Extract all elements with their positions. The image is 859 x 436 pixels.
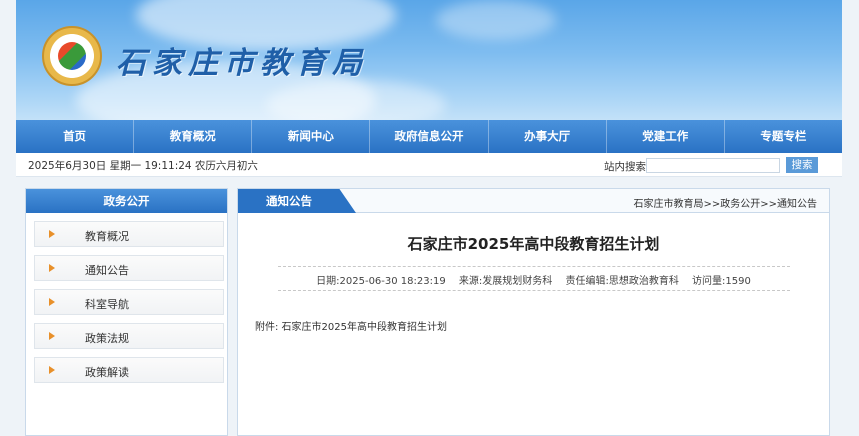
article-meta: 日期:2025-06-30 18:23:19 来源:发展规划财务科 责任编辑:思…: [238, 272, 829, 287]
nav-item-home[interactable]: 首页: [16, 120, 135, 153]
nav-item-gov-info[interactable]: 政府信息公开: [370, 120, 489, 153]
sidebar-item-label: 通知公告: [85, 264, 129, 277]
arrow-right-icon: [49, 332, 55, 340]
nav-item-services[interactable]: 办事大厅: [489, 120, 607, 153]
cloud-decoration: [266, 80, 446, 120]
nav-item-party[interactable]: 党建工作: [607, 120, 725, 153]
nav-item-overview[interactable]: 教育概况: [134, 120, 253, 153]
sidebar: 政务公开 教育概况 通知公告 科室导航 政策法规 政策解读: [25, 188, 228, 436]
arrow-right-icon: [49, 264, 55, 272]
sidebar-item-label: 政策法规: [85, 332, 129, 345]
main-panel-header: 通知公告 石家庄市教育局>>政务公开>>通知公告: [238, 189, 829, 213]
arrow-right-icon: [49, 230, 55, 238]
nav-item-topics[interactable]: 专题专栏: [725, 120, 842, 153]
search-input[interactable]: [646, 158, 780, 173]
sidebar-item-notices[interactable]: 通知公告: [34, 255, 224, 281]
logo-emblem-icon: [58, 42, 86, 70]
sidebar-item-label: 科室导航: [85, 298, 129, 311]
article-date: 日期:2025-06-30 18:23:19: [316, 276, 446, 287]
sidebar-item-label: 教育概况: [85, 230, 129, 243]
cloud-decoration: [436, 0, 556, 40]
sidebar-list: 教育概况 通知公告 科室导航 政策法规 政策解读: [26, 213, 227, 383]
tab-notices[interactable]: 通知公告: [238, 189, 356, 213]
arrow-right-icon: [49, 366, 55, 374]
article-source: 来源:发展规划财务科: [458, 276, 553, 287]
article-editor: 责任编辑:思想政治教育科: [565, 276, 679, 287]
attachment-link[interactable]: 附件: 石家庄市2025年高中段教育招生计划: [255, 318, 447, 333]
breadcrumb[interactable]: 石家庄市教育局>>政务公开>>通知公告: [633, 195, 817, 210]
arrow-right-icon: [49, 298, 55, 306]
divider: [278, 266, 790, 267]
site-title: 石家庄市教育局: [116, 46, 368, 81]
current-date: 2025年6月30日 星期一 19:11:24 农历六月初六: [28, 160, 258, 172]
sidebar-heading: 政务公开: [26, 189, 227, 213]
main-panel: 通知公告 石家庄市教育局>>政务公开>>通知公告 石家庄市2025年高中段教育招…: [237, 188, 830, 436]
sidebar-item-label: 政策解读: [85, 366, 129, 379]
search-label: 站内搜索:: [604, 161, 650, 173]
sidebar-item-overview[interactable]: 教育概况: [34, 221, 224, 247]
info-bar: 2025年6月30日 星期一 19:11:24 农历六月初六 站内搜索: 搜索: [16, 153, 842, 177]
header-banner: 石家庄市教育局: [16, 0, 842, 120]
search-button[interactable]: 搜索: [786, 157, 818, 173]
sidebar-item-departments[interactable]: 科室导航: [34, 289, 224, 315]
main-nav: 首页 教育概况 新闻中心 政府信息公开 办事大厅 党建工作 专题专栏: [16, 120, 842, 153]
sidebar-item-interpretation[interactable]: 政策解读: [34, 357, 224, 383]
sidebar-item-regulations[interactable]: 政策法规: [34, 323, 224, 349]
divider: [278, 290, 790, 291]
site-logo[interactable]: [42, 26, 102, 86]
nav-item-news[interactable]: 新闻中心: [252, 120, 371, 153]
article-views: 访问量:1590: [692, 276, 751, 287]
article-title: 石家庄市2025年高中段教育招生计划: [407, 235, 660, 253]
